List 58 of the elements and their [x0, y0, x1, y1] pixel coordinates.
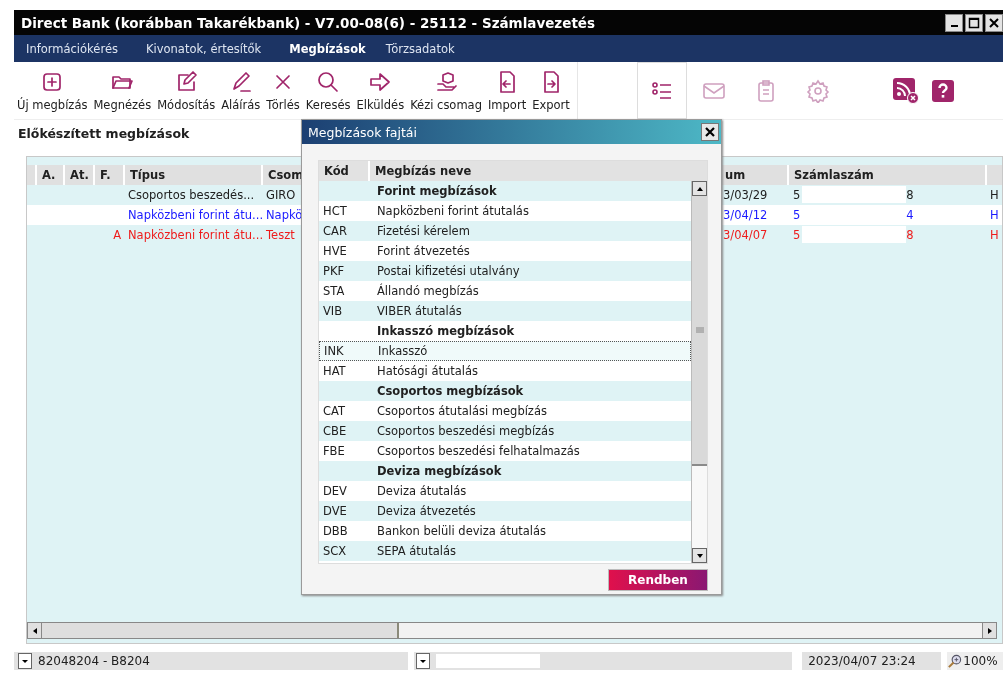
code-cell-text: CAR: [322, 223, 348, 240]
code-cell-text: FBE: [322, 443, 346, 460]
code-cell-text: INK: [323, 343, 345, 360]
name-cell-text: Csoportos átutalási megbízás: [376, 403, 547, 420]
name-cell-text: Csoportos beszedési megbízás: [376, 423, 555, 440]
code-cell-text: VIB: [322, 303, 344, 320]
name-cell-text: SEPA átutalás: [376, 543, 456, 560]
name-cell-text: Inkasszó: [377, 343, 428, 360]
name-cell-text: Deviza átutalás: [376, 483, 467, 500]
table-cell-text: H: [989, 207, 1000, 224]
table-cell-text: 3/04/07: [722, 227, 769, 244]
table-cell-text: 3/03/29: [722, 187, 769, 204]
name-cell-text: Deviza átvezetés: [376, 503, 476, 520]
table-cell-text: 3/04/12: [722, 207, 769, 224]
code-cell-text: DEV: [322, 483, 348, 500]
name-cell-text: Postai kifizetési utalvány: [376, 263, 520, 280]
table-cell-text: 5: [793, 227, 801, 244]
table-cell-text: 8: [906, 227, 914, 244]
code-cell-text: STA: [322, 283, 346, 300]
name-cell-text: Napközbeni forint átutalás: [376, 203, 529, 220]
group-title: Csoportos megbízások: [376, 383, 524, 400]
section-title: Előkészített megbízások: [18, 126, 190, 141]
table-cell-text: Napközbeni forint átu...: [127, 207, 263, 224]
table-cell-text: H: [989, 227, 1000, 244]
name-cell-text: VIBER átutalás: [376, 303, 462, 320]
table-cell-text: Csoportos beszedés...: [127, 187, 256, 204]
name-cell-text: Bankon belüli deviza átutalás: [376, 523, 547, 540]
table-cell-text: GIRO: [265, 187, 297, 204]
column-header: Megbízás neve: [374, 163, 472, 180]
code-cell-text: SCX: [322, 543, 348, 560]
name-cell-text: Forint átvezetés: [376, 243, 470, 260]
group-title: Deviza megbízások: [376, 463, 502, 480]
table-cell-text: 5: [793, 207, 801, 224]
code-cell-text: HAT: [322, 363, 347, 380]
code-cell-text: PKF: [322, 263, 346, 280]
code-cell-text: HVE: [322, 243, 348, 260]
name-cell-text: Fizetési kérelem: [376, 223, 470, 240]
code-cell-text: DVE: [322, 503, 348, 520]
table-cell-text: 8: [906, 187, 914, 204]
group-title: Forint megbízások: [376, 183, 497, 200]
window-title: Direct Bank (korábban Takarékbank) - V7.00-08(6) - 25112 - Számlavezetés: [21, 14, 596, 31]
name-cell-text: Hatósági átutalás: [376, 363, 479, 380]
table-cell: A: [113, 228, 121, 242]
table-cell-text: 4: [906, 207, 914, 224]
group-title: Inkasszó megbízások: [376, 323, 515, 340]
code-cell-text: CAT: [322, 403, 347, 420]
name-cell-text: Állandó megbízás: [376, 282, 479, 300]
table-cell-text: Teszt: [265, 227, 296, 244]
code-cell-text: HCT: [322, 203, 348, 220]
table-cell-text: Napközbeni forint átu...: [127, 227, 263, 244]
table-cell-text: 5: [793, 187, 801, 204]
code-cell-text: CBE: [322, 423, 348, 440]
datetime-display: 2023/04/07 23:24: [802, 652, 942, 670]
table-cell-text: Napkö: [265, 207, 303, 224]
name-cell-text: Csoportos beszedési felhatalmazás: [376, 443, 580, 460]
dialog-title: Megbízások fajtái: [308, 124, 417, 140]
table-cell-text: H: [989, 187, 1000, 204]
code-cell-text: DBB: [322, 523, 349, 540]
